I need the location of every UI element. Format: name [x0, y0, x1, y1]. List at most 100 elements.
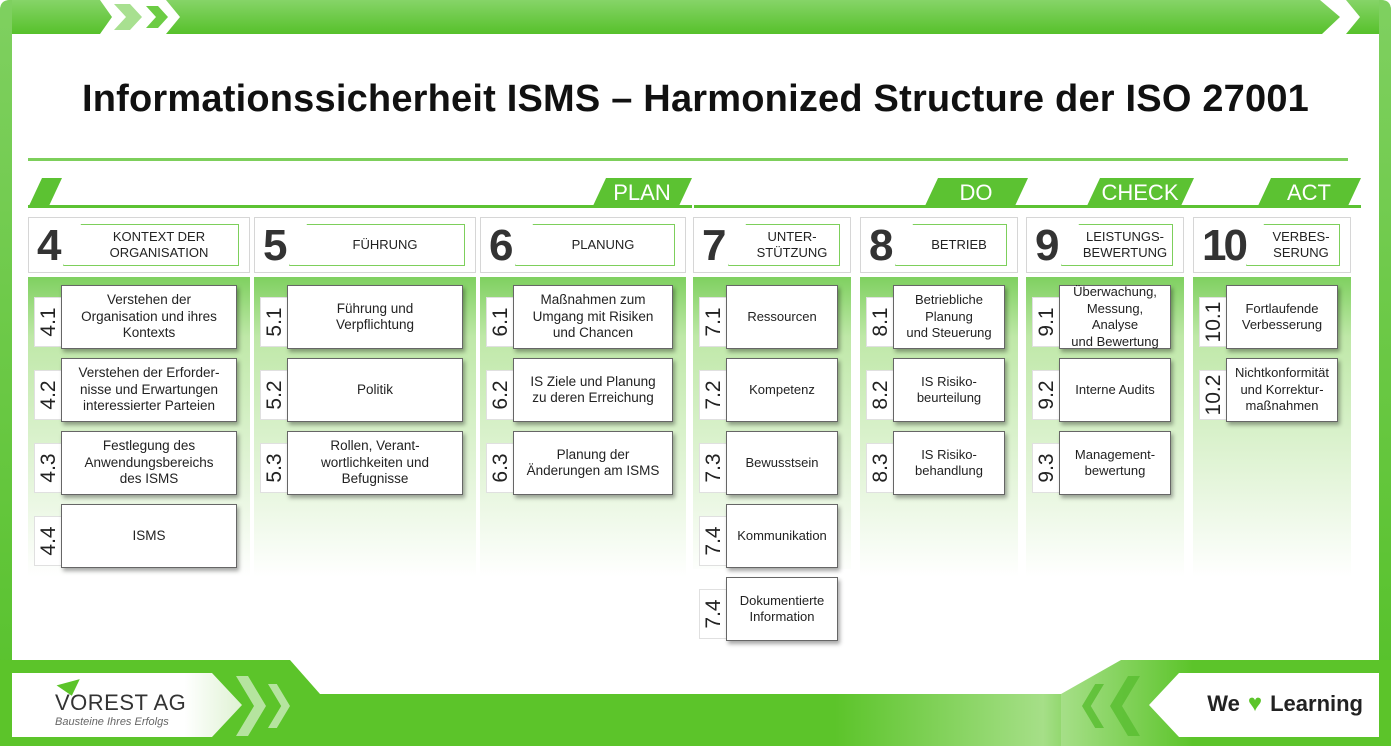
clause-header: 6 PLANUNG: [480, 217, 686, 273]
subclause-number: 8.1: [869, 307, 892, 337]
clause-column-9: 9 LEISTUNGS- BEWERTUNG 9.1 Überwachung, Mes…: [1026, 217, 1184, 577]
clause-header: 7 UNTER- STÜTZUNG: [693, 217, 851, 273]
clause-items: 5.1 Führung und Verpflichtung 5.2 Politik 5.…: [254, 277, 476, 577]
subclause-number-tab: 9.2: [1032, 370, 1062, 420]
subclause-number: 5.2: [263, 380, 286, 410]
clause-column-8: 8 BETRIEB 8.1 Betriebliche Planung und Steu…: [860, 217, 1018, 577]
subclause-text: Überwachung, Messung, Analyse und Bewert…: [1059, 284, 1171, 349]
subclause-item[interactable]: 7.1 Ressourcen: [693, 285, 851, 349]
clause-header: 5 FÜHRUNG: [254, 217, 476, 273]
subclause-item[interactable]: 5.3 Rollen, Verant- wortlichkeiten und Be…: [254, 431, 476, 495]
subclause-item[interactable]: 9.2 Interne Audits: [1026, 358, 1184, 422]
clause-header: 8 BETRIEB: [860, 217, 1018, 273]
subclause-item[interactable]: 7.4 Kommunikation: [693, 504, 851, 568]
subclause-item[interactable]: 6.3 Planung der Änderungen am ISMS: [480, 431, 686, 495]
company-logo: VOREST AG: [55, 690, 187, 715]
phase-label: PLAN: [592, 178, 692, 208]
subclause-item[interactable]: 8.3 IS Risiko- behandlung: [860, 431, 1018, 495]
subclause-number: 10.1: [1202, 301, 1225, 343]
phase-label: CHECK: [1086, 178, 1194, 208]
clause-column-7: 7 UNTER- STÜTZUNG 7.1 Ressourcen 7.2 Kompeten…: [693, 217, 851, 641]
subclause-number-tab: 4.1: [34, 297, 64, 347]
subclause-number-tab: 9.3: [1032, 443, 1062, 493]
subclause-item[interactable]: 5.2 Politik: [254, 358, 476, 422]
clause-items: 9.1 Überwachung, Messung, Analyse und Bew…: [1026, 277, 1184, 577]
subclause-number-tab: 7.4: [699, 589, 729, 639]
clause-title: VERBES- SERUNG: [1246, 224, 1340, 266]
subclause-number-tab: 7.3: [699, 443, 729, 493]
subclause-number-tab: 6.1: [486, 297, 516, 347]
subclause-text: IS Risiko- behandlung: [893, 431, 1005, 495]
clause-number: 4: [37, 221, 62, 270]
subclause-number: 5.1: [263, 307, 286, 337]
clause-title: PLANUNG: [515, 224, 675, 266]
clause-header: 9 LEISTUNGS- BEWERTUNG: [1026, 217, 1184, 273]
subclause-text: Ressourcen: [726, 285, 838, 349]
subclause-text: Betriebliche Planung und Steuerung: [893, 285, 1005, 349]
page-title: Informationssicherheit ISMS – Harmonized…: [81, 78, 1310, 120]
clause-items: 6.1 Maßnahmen zum Umgang mit Risiken und …: [480, 277, 686, 577]
clause-items: 10.1 Fortlaufende Verbesserung 10.2 Nichtko…: [1193, 277, 1351, 577]
subclause-text: Verstehen der Erforder- nisse und Erwart…: [61, 358, 237, 422]
subclause-text: Planung der Änderungen am ISMS: [513, 431, 673, 495]
subclause-number-tab: 7.4: [699, 516, 729, 566]
subclause-number-tab: 10.1: [1199, 297, 1229, 347]
subclause-item[interactable]: 4.3 Festlegung des Anwendungsbereichs des…: [28, 431, 250, 495]
subclause-item[interactable]: 8.1 Betriebliche Planung und Steuerung: [860, 285, 1018, 349]
phase-label: DO: [924, 178, 1028, 208]
subclause-item[interactable]: 4.4 ISMS: [28, 504, 250, 568]
subclause-number-tab: 5.1: [260, 297, 290, 347]
subclause-number: 6.1: [489, 307, 512, 337]
subclause-number-tab: 5.2: [260, 370, 290, 420]
clause-title: KONTEXT DER ORGANISATION: [63, 224, 239, 266]
clause-number: 9: [1035, 221, 1060, 270]
subclause-item[interactable]: 10.1 Fortlaufende Verbesserung: [1193, 285, 1351, 349]
subclause-text: Kompetenz: [726, 358, 838, 422]
slogan-we: We: [1207, 691, 1240, 716]
subclause-item[interactable]: 10.2 Nichtkonformität und Korrektur- maßn…: [1193, 358, 1351, 422]
subclause-item[interactable]: 6.2 IS Ziele und Planung zu deren Erreich…: [480, 358, 686, 422]
phase-act: ACT: [1193, 178, 1361, 208]
subclause-text: Rollen, Verant- wortlichkeiten und Befug…: [287, 431, 463, 495]
phase-check: CHECK: [1026, 178, 1194, 208]
subclause-number: 4.3: [37, 453, 60, 483]
top-banner-left: [0, 0, 112, 34]
subclause-number: 5.3: [263, 453, 286, 483]
subclause-item[interactable]: 5.1 Führung und Verpflichtung: [254, 285, 476, 349]
subclause-item[interactable]: 8.2 IS Risiko- beurteilung: [860, 358, 1018, 422]
subclause-text: Politik: [287, 358, 463, 422]
chevron-right-icon: [146, 6, 168, 28]
slogan-learning: Learning: [1270, 691, 1363, 716]
subclause-number: 8.3: [869, 453, 892, 483]
clause-number: 5: [263, 221, 288, 270]
subclause-item[interactable]: 9.1 Überwachung, Messung, Analyse und Bew…: [1026, 284, 1184, 349]
subclause-text: Bewusstsein: [726, 431, 838, 495]
subclause-number: 7.4: [702, 526, 725, 556]
subclause-item[interactable]: 4.1 Verstehen der Organisation und ihres …: [28, 285, 250, 349]
subclause-item[interactable]: 9.3 Management- bewertung: [1026, 431, 1184, 495]
subclause-text: Führung und Verpflichtung: [287, 285, 463, 349]
subclause-number: 6.2: [489, 380, 512, 410]
subclause-text: Festlegung des Anwendungsbereichs des IS…: [61, 431, 237, 495]
subclause-number: 9.1: [1035, 307, 1058, 337]
title-divider: [28, 158, 1348, 161]
phase-plan: PLAN: [28, 178, 692, 208]
subclause-item[interactable]: 7.4 Dokumentierte Information: [693, 577, 851, 641]
subclause-item[interactable]: 7.3 Bewusstsein: [693, 431, 851, 495]
clause-title: BETRIEB: [895, 224, 1007, 266]
subclause-number: 7.2: [702, 380, 725, 410]
subclause-text: IS Risiko- beurteilung: [893, 358, 1005, 422]
subclause-number-tab: 4.2: [34, 370, 64, 420]
subclause-number: 4.1: [37, 307, 60, 337]
clause-title: UNTER- STÜTZUNG: [728, 224, 840, 266]
subclause-item[interactable]: 4.2 Verstehen der Erforder- nisse und Erw…: [28, 358, 250, 422]
subclause-item[interactable]: 7.2 Kompetenz: [693, 358, 851, 422]
clause-column-5: 5 FÜHRUNG 5.1 Führung und Verpflichtung 5.2 P…: [254, 217, 476, 577]
clause-items: 7.1 Ressourcen 7.2 Kompetenz 7.3 Bewusstsein 7…: [693, 277, 851, 641]
phase-do: DO: [694, 178, 1028, 208]
subclause-number-tab: 10.2: [1199, 370, 1229, 420]
subclause-text: Interne Audits: [1059, 358, 1171, 422]
clause-number: 8: [869, 221, 894, 270]
subclause-item[interactable]: 6.1 Maßnahmen zum Umgang mit Risiken und …: [480, 285, 686, 349]
subclause-text: Maßnahmen zum Umgang mit Risiken und Cha…: [513, 285, 673, 349]
